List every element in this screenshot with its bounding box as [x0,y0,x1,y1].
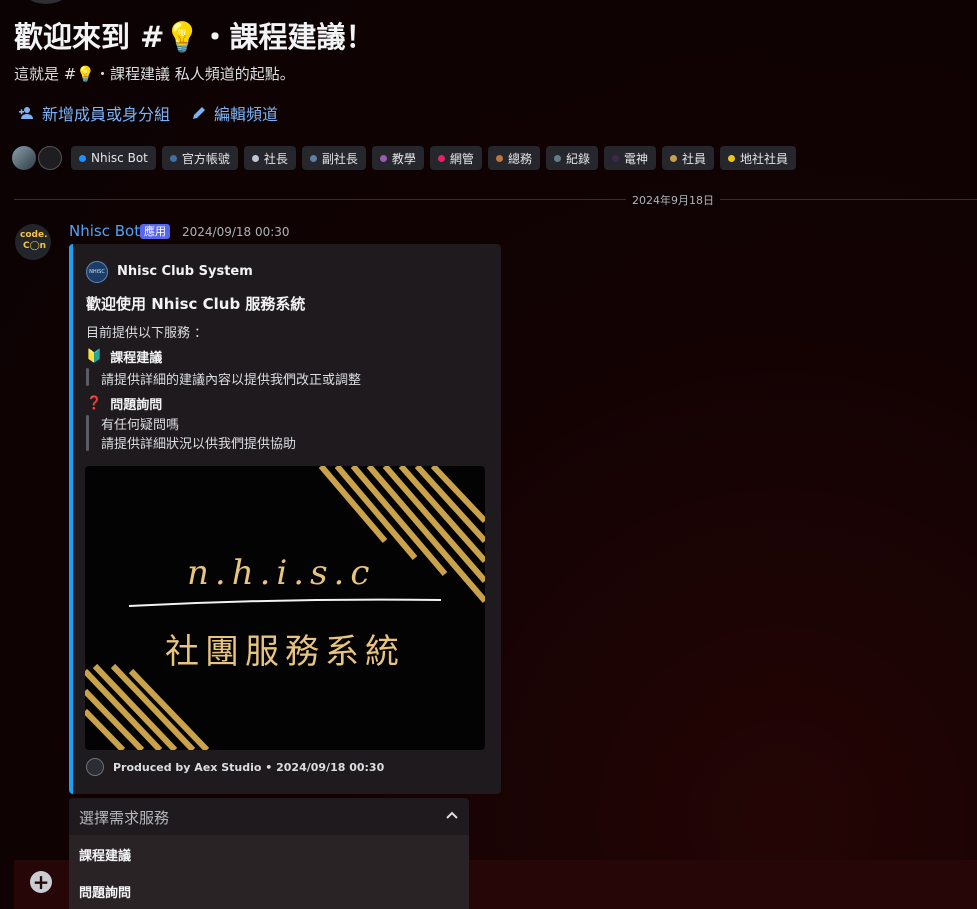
role-label: 電神 [623,151,648,166]
avatar-text: code. [20,230,48,240]
embed-author: Nhisc Club System [117,264,253,279]
role-label: Nhisc Bot [91,151,148,165]
edit-channel-button[interactable]: 編輯頻道 [190,103,279,124]
role-label: 地社社員 [740,151,789,166]
role-tag[interactable]: 社員 [661,146,714,170]
select-option[interactable]: 問題詢問 [79,882,131,901]
avatar[interactable] [12,146,36,170]
role-label: 副社長 [321,151,358,166]
role-color-dot [728,154,735,162]
plus-button[interactable]: + [30,871,52,893]
lightbulb-icon: 💡 [164,20,201,54]
role-label: 社長 [263,151,288,166]
welcome-title: 歡迎來到 #💡・課程建議！ [14,20,375,54]
role-color-dot [669,154,677,162]
service-select[interactable]: 選擇需求服務 [69,798,469,836]
quote-bar [86,368,89,386]
add-user-icon [18,104,36,122]
footer-icon [86,758,104,776]
role-color-dot [251,154,259,162]
avatar-text: C◯n [23,241,47,251]
date-divider [14,199,977,200]
question-icon: ❓ [86,396,103,411]
role-list: Nhisc Bot 官方帳號 社長 副社長 教學 網管 總務 紀錄 電神 社員 地社社員 [71,146,797,170]
role-label: 總務 [507,151,532,166]
role-label: 網管 [449,151,474,166]
gold-stripes-decoration [85,466,485,750]
app-badge: 應用 [140,224,170,239]
role-tag[interactable]: Nhisc Bot [71,146,156,170]
embed-field-name: ❓ 問題詢問 [86,396,163,413]
message-author[interactable]: Nhisc Bot [69,222,140,240]
top-avatar [20,0,72,4]
role-color-dot [169,154,177,162]
avatar[interactable] [38,146,62,170]
edit-channel-label: 編輯頻道 [214,105,279,124]
embed-image[interactable] [85,466,485,750]
add-members-button[interactable]: 新增成員或身分組 [18,103,171,124]
role-tag[interactable]: 地社社員 [720,146,797,170]
pencil-icon [190,104,208,122]
role-color-dot [309,154,317,162]
embed-field-text: 請提供詳細的建議內容以提供我們改正或調整 [101,373,362,388]
role-label: 紀錄 [565,151,590,166]
role-color-dot [553,154,561,162]
embed-field-text: 有任何疑問嗎 [101,418,180,433]
embed-footer: Produced by Aex Studio • 2024/09/18 00:3… [113,761,385,774]
beginner-icon: 🔰 [86,349,103,364]
role-color-dot [79,154,86,162]
chevron-up-icon [445,808,459,827]
select-option[interactable]: 課程建議 [79,845,131,864]
embed-author-icon: NHISC [86,261,108,283]
avatar[interactable]: code. C◯n [15,224,51,260]
role-color-dot [379,154,387,162]
message-timestamp: 2024/09/18 00:30 [182,225,290,239]
embed-field-text: 請提供詳細狀況以供我們提供協助 [101,437,297,452]
role-label: 官方帳號 [181,151,230,166]
role-tag[interactable]: 總務 [487,146,540,170]
embed-field-name: 🔰 課程建議 [86,349,163,366]
role-label: 社員 [681,151,706,166]
role-tag[interactable]: 紀錄 [545,146,598,170]
welcome-subtitle: 這就是 #💡・課程建議 私人頻道的起點。 [14,65,295,83]
banner-subtext: 社團服務系統 [165,632,405,672]
member-avatars[interactable] [12,146,64,170]
role-tag[interactable]: 電神 [603,146,656,170]
embed-description: 目前提供以下服務 ： [86,326,208,341]
embed-title: 歡迎使用 Nhisc Club 服務系統 [86,295,306,313]
role-color-dot [495,154,503,162]
banner-text: n.h.i.s.c [187,553,376,593]
quote-bar [86,415,89,451]
add-members-label: 新增成員或身分組 [42,105,171,124]
role-color-dot [437,154,445,162]
role-tag[interactable]: 官方帳號 [161,146,238,170]
role-tag[interactable]: 社長 [243,146,296,170]
role-label: 教學 [391,151,416,166]
role-color-dot [611,154,619,162]
role-tag[interactable]: 網管 [429,146,482,170]
role-tag[interactable]: 教學 [371,146,424,170]
role-tag[interactable]: 副社長 [301,146,366,170]
select-placeholder: 選擇需求服務 [79,808,170,827]
date-divider-label: 2024年9月18日 [626,192,720,208]
lightbulb-icon: 💡 [76,65,96,83]
